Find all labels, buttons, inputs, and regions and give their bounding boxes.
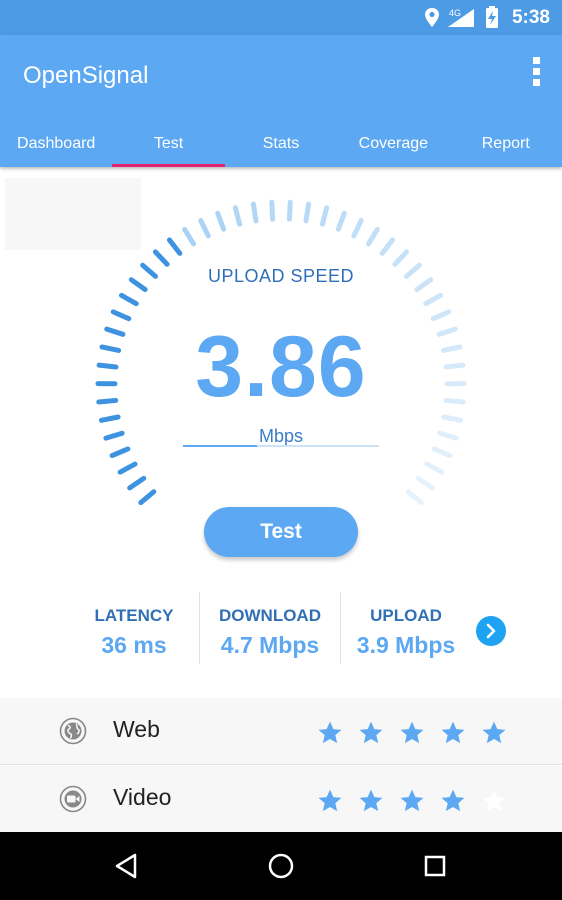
gauge-tick	[166, 237, 183, 256]
gauge-tick	[98, 414, 121, 423]
back-icon[interactable]	[110, 850, 142, 882]
gauge-tick	[379, 237, 396, 256]
upload-label: UPLOAD	[370, 606, 442, 625]
gauge-tick	[109, 446, 131, 459]
rating-label-video: Video	[113, 784, 172, 810]
results-divider	[199, 592, 200, 664]
gauge-tick	[365, 226, 380, 247]
speed-progress-track	[183, 445, 379, 447]
gauge-tick	[250, 201, 259, 224]
star-filled-icon	[359, 721, 383, 744]
download-metric: DOWNLOAD 4.7 Mbps	[202, 592, 338, 664]
results-divider	[340, 592, 341, 664]
gauge-tick	[424, 461, 445, 475]
gauge-tick	[198, 218, 211, 239]
home-icon[interactable]	[265, 850, 297, 882]
row-divider	[0, 764, 562, 765]
recents-icon[interactable]	[419, 850, 451, 882]
gauge-tick	[232, 205, 243, 227]
star-filled-icon	[318, 789, 342, 812]
star-filled-icon	[400, 721, 424, 744]
star-rating-video	[317, 788, 522, 814]
star-filled-icon	[359, 789, 383, 812]
gauge-tick	[335, 210, 347, 232]
gauge-tick	[441, 414, 464, 423]
latency-metric: LATENCY 36 ms	[70, 592, 198, 664]
rating-label-web: Web	[113, 716, 160, 742]
speed-unit: Mbps	[258, 426, 303, 446]
gauge-tick	[423, 292, 444, 307]
navigation-bar	[0, 832, 562, 900]
chevron-right-icon	[486, 623, 496, 639]
gauge-tick	[415, 475, 435, 491]
results-panel: LATENCY 36 ms DOWNLOAD 4.7 Mbps UPLOAD 3…	[0, 592, 562, 664]
gauge-tick	[118, 292, 139, 307]
gauge-tick	[405, 489, 424, 506]
gauge-tick	[215, 210, 227, 232]
gauge-tick	[269, 199, 276, 222]
speed-value: 3.86	[195, 319, 367, 415]
upload-metric: UPLOAD 3.9 Mbps	[344, 592, 468, 664]
gauge-tick	[117, 461, 138, 475]
test-button[interactable]: Test	[204, 507, 358, 557]
gauge-tick	[303, 201, 312, 224]
upload-value: 3.9 Mbps	[356, 632, 456, 658]
latency-value: 36 ms	[101, 632, 167, 658]
star-filled-icon	[441, 721, 465, 744]
speed-progress-fill	[183, 445, 258, 447]
video-icon	[59, 785, 87, 813]
rating-row-web[interactable]: Web	[0, 698, 562, 764]
gauge-tick	[127, 475, 147, 491]
gauge-tick	[182, 226, 197, 247]
next-results-button[interactable]	[476, 616, 506, 646]
gauge-tick	[392, 249, 410, 267]
star-filled-icon	[318, 721, 342, 744]
star-filled-icon	[441, 789, 465, 812]
gauge-tick	[351, 218, 364, 239]
gauge-tick	[138, 489, 157, 506]
star-filled-icon	[400, 789, 424, 812]
download-label: DOWNLOAD	[219, 606, 321, 625]
latency-label: LATENCY	[94, 606, 174, 625]
globe-icon	[59, 717, 87, 745]
star-rating-web	[317, 720, 522, 746]
download-value: 4.7 Mbps	[220, 632, 320, 658]
gauge-tick	[286, 199, 293, 222]
star-empty-icon	[482, 789, 506, 812]
star-filled-icon	[482, 721, 506, 744]
gauge-label: UPLOAD SPEED	[207, 266, 355, 286]
gauge-tick	[431, 446, 453, 459]
gauge-tick	[152, 249, 170, 267]
gauge-tick	[319, 205, 330, 227]
rating-row-video[interactable]: Video	[0, 766, 562, 832]
